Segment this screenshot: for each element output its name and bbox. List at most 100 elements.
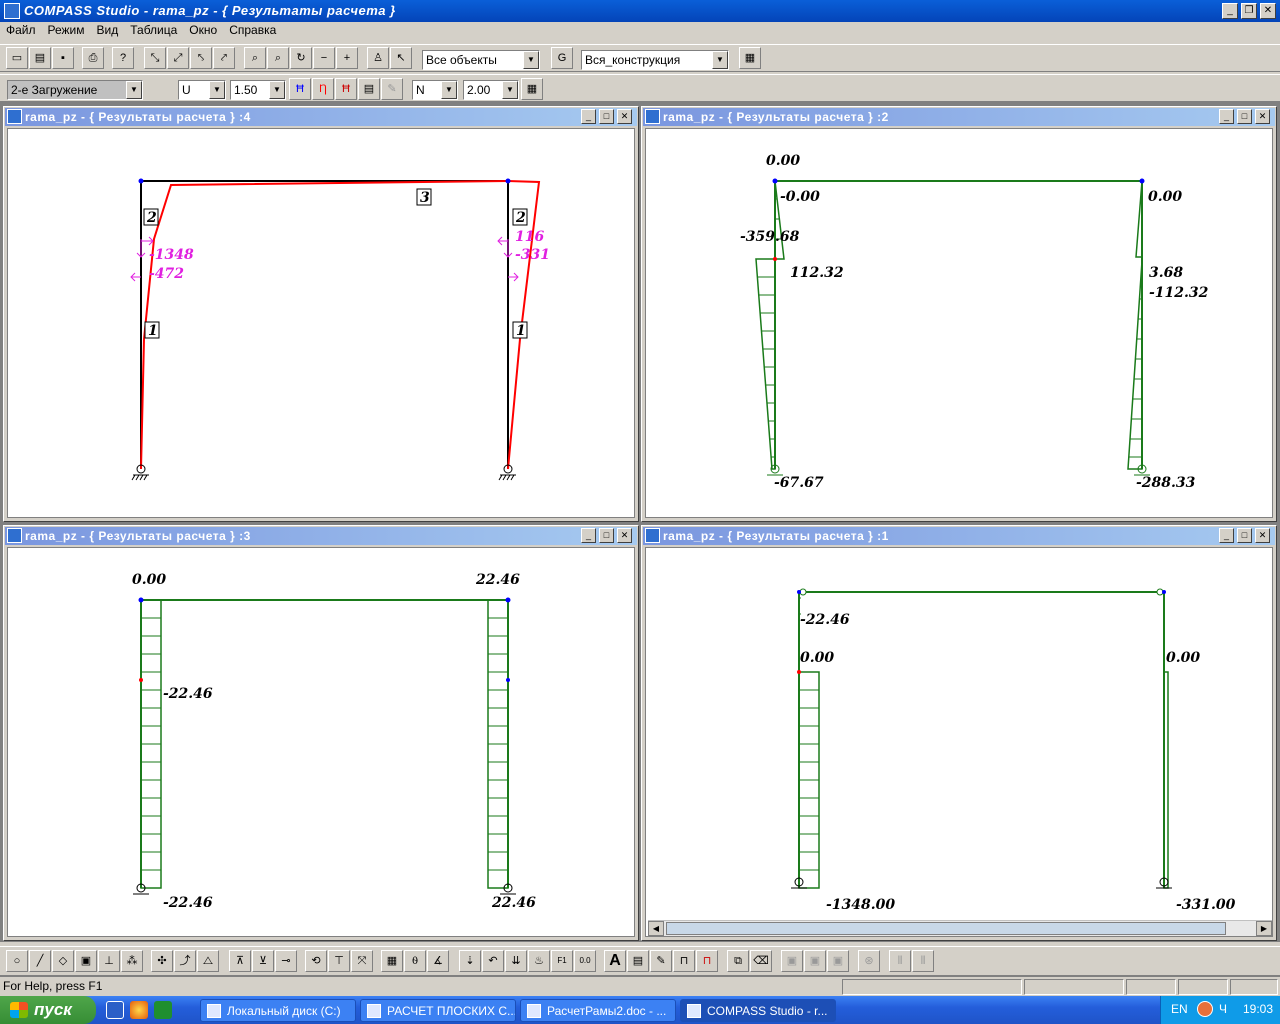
eraser-icon[interactable]: ⌫ [750,950,772,972]
tray-indicator[interactable]: Ч [1219,1002,1227,1016]
frame-red-tool-icon[interactable]: ⊓ [696,950,718,972]
load-f1-icon[interactable]: F1 [551,950,573,972]
clock[interactable]: 19:03 [1243,1002,1273,1016]
window-minimize-button[interactable]: _ [1219,109,1234,124]
app-icon[interactable] [4,3,20,19]
minimize-button[interactable]: _ [1222,3,1238,19]
window-maximize-button[interactable]: □ [599,528,614,543]
zoom-out-icon[interactable]: − [313,47,335,69]
fixed-support-icon[interactable]: ⊻ [252,950,274,972]
window-maximize-button[interactable]: □ [599,109,614,124]
window-close-button[interactable]: ✕ [617,528,632,543]
print-icon[interactable]: ⎙ [82,47,104,69]
disabled-tool-icon[interactable]: ▣ [827,950,849,972]
bar-tool-icon[interactable]: ╱ [29,950,51,972]
person-icon[interactable]: ♙ [367,47,389,69]
window-maximize-button[interactable]: □ [1237,528,1252,543]
orient-tool-icon[interactable]: ∡ [427,950,449,972]
scroll-right-icon[interactable]: ▶ [1256,921,1272,936]
task-compass[interactable]: COMPASS Studio - r... [680,999,836,1022]
canvas-shear[interactable]: 0.00 22.46 -22.46 -22.46 22.46 [7,547,635,937]
node-tool-icon[interactable]: ○ [6,950,28,972]
edit-disabled-icon[interactable]: ✎ [381,78,403,100]
browser-quicklaunch-icon[interactable] [130,1001,148,1019]
task-doc2[interactable]: РасчетРамы2.doc - ... [520,999,676,1022]
force-combo[interactable]: N ▼ [412,80,458,100]
select-pointer-icon[interactable]: ↖ [390,47,412,69]
word-quicklaunch-icon[interactable] [106,1001,124,1019]
tree-quicklaunch-icon[interactable] [154,1001,172,1019]
hinge-tool-icon[interactable]: ⊤ [328,950,350,972]
disabled-tool-icon[interactable]: ▣ [781,950,803,972]
window-minimize-button[interactable]: _ [1219,528,1234,543]
scroll-thumb[interactable] [666,922,1226,935]
window-close-button[interactable]: ✕ [1255,109,1270,124]
open-folder-icon[interactable]: ▤ [29,47,51,69]
start-button[interactable]: пуск [0,996,96,1024]
disabled-tool-icon[interactable]: ▣ [804,950,826,972]
support-tool-icon[interactable]: ⊼ [229,950,251,972]
copy-view-icon[interactable]: ⧉ [727,950,749,972]
restore-button[interactable]: ❐ [1241,3,1257,19]
rigid-link-icon[interactable]: ⤧ [351,950,373,972]
menu-view[interactable]: Вид [91,22,125,38]
tray-arrow-icon[interactable] [1197,1001,1213,1017]
load-table-icon[interactable]: 0.0 [574,950,596,972]
table-icon[interactable]: ▤ [358,78,380,100]
material-tool-icon[interactable]: ⍬ [404,950,426,972]
save-icon[interactable]: ▪ [52,47,74,69]
rotate-icon[interactable]: ↻ [290,47,312,69]
force-load-icon[interactable]: ⇣ [459,950,481,972]
nodes-tool-icon[interactable]: ⁂ [121,950,143,972]
spring-tool-icon[interactable]: ⊸ [275,950,297,972]
temperature-load-icon[interactable]: ♨ [528,950,550,972]
properties-icon[interactable]: ▦ [739,47,761,69]
axes-icon-3[interactable]: ⤣ [190,47,212,69]
frame-view-icon[interactable]: Ħ [289,78,311,100]
axes-icon-2[interactable]: ⤢ [167,47,189,69]
frame-tool-icon[interactable]: ⊓ [673,950,695,972]
text-tool-icon[interactable]: A [604,950,626,972]
axes-icon-4[interactable]: ⤤ [213,47,235,69]
values-table-icon[interactable]: ▦ [521,78,543,100]
note-tool-icon[interactable]: ▤ [627,950,649,972]
context-help-icon[interactable]: ? [112,47,134,69]
group-icon[interactable]: G [551,47,573,69]
displacement-scale-combo[interactable]: 1.50 ▼ [230,80,286,100]
plate-tool-icon[interactable]: ◇ [52,950,74,972]
horizontal-scrollbar[interactable]: ◀ ▶ [648,920,1272,936]
axes-icon-1[interactable]: ⤡ [144,47,166,69]
force-scale-combo[interactable]: 2.00 ▼ [463,80,519,100]
scroll-left-icon[interactable]: ◀ [648,921,664,936]
distributed-load-icon[interactable]: ⇊ [505,950,527,972]
language-indicator[interactable]: EN [1171,1002,1188,1016]
disabled-tool-icon[interactable]: ⊛ [858,950,880,972]
menu-file[interactable]: Файл [0,22,42,38]
canvas-moment[interactable]: 0.00 -0.00 -359.68 112.32 -67.67 0.00 3.… [645,128,1273,518]
axes-tool-icon[interactable]: ⊥ [98,950,120,972]
zoom-window-icon[interactable]: ⌕ [267,47,289,69]
window-maximize-button[interactable]: □ [1237,109,1252,124]
window-close-button[interactable]: ✕ [1255,528,1270,543]
disabled-tool-icon[interactable]: ⫴ [889,950,911,972]
zoom-in-icon[interactable]: + [336,47,358,69]
task-doc1[interactable]: РАСЧЕТ ПЛОСКИХ С... [360,999,516,1022]
snap-tool-icon[interactable]: ✣ [151,950,173,972]
section-tool-icon[interactable]: ▦ [381,950,403,972]
new-file-icon[interactable]: ▭ [6,47,28,69]
menu-table[interactable]: Таблица [124,22,183,38]
construction-combo[interactable]: Вся_конструкция ▼ [581,50,729,70]
task-local-disk[interactable]: Локальный диск (C:) [200,999,356,1022]
menu-mode[interactable]: Режим [42,22,91,38]
release-tool-icon[interactable]: ⟲ [305,950,327,972]
canvas-axial[interactable]: -22.46 0.00 0.00 -1348.00 -331.00 ◀ ▶ [645,547,1273,937]
window-minimize-button[interactable]: _ [581,109,596,124]
mesh-tool-icon[interactable]: ⧍ [197,950,219,972]
moment-load-icon[interactable]: ↶ [482,950,504,972]
loadcase-combo[interactable]: 2-е Загружение ▼ [7,80,143,100]
close-button[interactable]: ✕ [1260,3,1276,19]
disabled-tool-icon[interactable]: ⫴ [912,950,934,972]
solid-tool-icon[interactable]: ▣ [75,950,97,972]
deformed-view-icon[interactable]: Ƞ [312,78,334,100]
link-tool-icon[interactable]: ⤴ [174,950,196,972]
